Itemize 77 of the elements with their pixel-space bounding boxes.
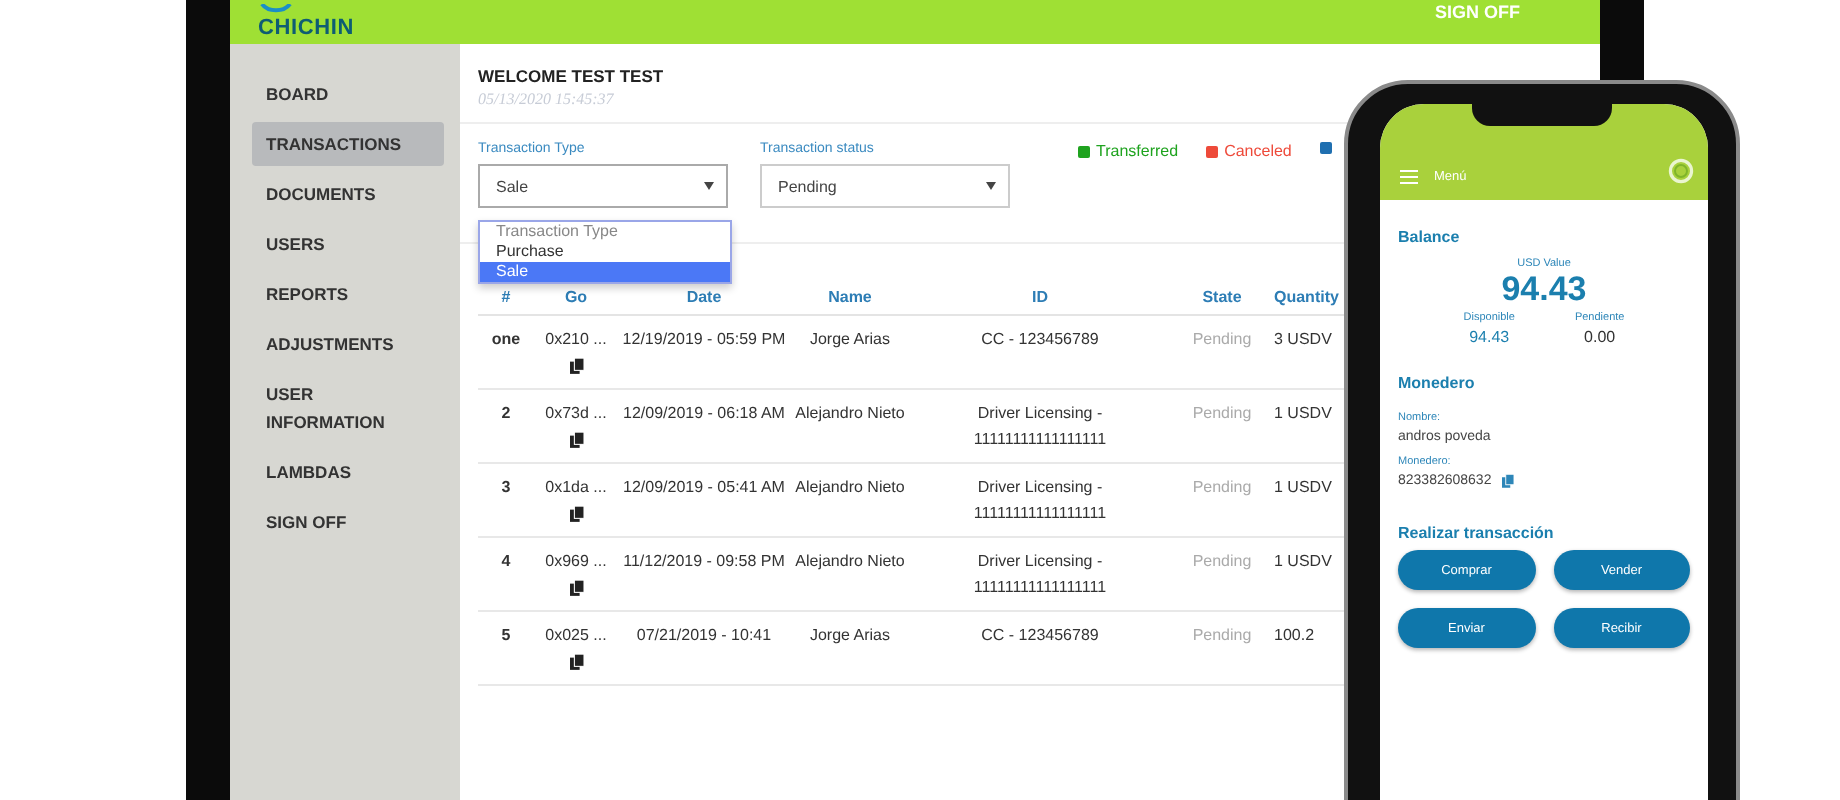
legend-label: Transferred <box>1096 142 1179 160</box>
logo-icon <box>258 4 294 16</box>
sidebar-item[interactable]: USERS <box>252 222 444 266</box>
column-header: Name <box>826 288 874 306</box>
sidebar-item[interactable]: ADJUSTMENTS <box>252 322 444 366</box>
dropdown-option[interactable]: Transaction Type <box>480 222 730 242</box>
table-cell-text: 0x210 ... <box>545 328 607 352</box>
caret-icon <box>986 182 996 190</box>
sidebar-item[interactable]: SIGN OFF <box>252 500 444 544</box>
table-cell-text: one <box>489 328 523 352</box>
copy-icon[interactable] <box>569 653 583 669</box>
section-title: Realizar transacción <box>1398 524 1556 542</box>
table-cell-text: Jorge Arias <box>807 624 893 648</box>
table-cell-text: Pending <box>1190 624 1254 648</box>
table-cell-text: CC - 123456789 <box>979 328 1101 352</box>
copy-icon[interactable] <box>569 431 583 447</box>
logo-text: CHICHIN <box>258 16 354 40</box>
welcome-title: WELCOME TEST TEST <box>478 66 666 86</box>
sidebar-item[interactable]: BOARD <box>252 72 444 116</box>
timestamp: 05/13/2020 15:45:37 <box>478 90 616 108</box>
column-header: State <box>1200 288 1244 306</box>
table-cell-text: 12/09/2019 - 05:41 AM <box>621 476 787 500</box>
table-cell-text: 5 <box>499 624 513 648</box>
table-cell-text: 0x025 ... <box>545 624 607 648</box>
select-field[interactable]: Sale <box>478 164 728 208</box>
section-title: Balance <box>1398 228 1462 246</box>
table-cell-text: 1 USDV <box>1274 402 1334 426</box>
table-cell-text: Driver Licensing - 11111111111111111 <box>971 402 1109 451</box>
copy-icon[interactable] <box>569 505 583 521</box>
table-cell-text: 0x1da ... <box>545 476 607 500</box>
table-cell-text: 1 USDV <box>1274 550 1334 574</box>
table-cell-text: 1 USDV <box>1274 476 1334 500</box>
table-cell-text: 3 USDV <box>1274 328 1334 352</box>
sidebar-item[interactable]: LAMBDAS <box>252 450 444 494</box>
table-cell-text: 11/12/2019 - 09:58 PM <box>621 550 787 574</box>
legend-label: Canceled <box>1224 142 1292 160</box>
sidebar-item[interactable]: USER INFORMATION <box>252 372 444 444</box>
column-header: Go <box>562 288 590 306</box>
table-cell-text: Pending <box>1190 476 1254 500</box>
dropdown-option[interactable]: Sale <box>480 262 730 282</box>
section-title: Monedero <box>1398 374 1477 392</box>
table-cell-text: Driver Licensing - 11111111111111111 <box>971 476 1109 525</box>
table-cell-text: 07/21/2019 - 10:41 <box>634 624 774 648</box>
table-cell-text: 0x73d ... <box>545 402 607 426</box>
phone-notch <box>1472 100 1612 126</box>
sidebar-item[interactable]: DOCUMENTS <box>252 172 444 216</box>
table-cell-text: 3 <box>499 476 513 500</box>
table-cell-text: Alejandro Nieto <box>793 476 907 500</box>
table-cell-text: CC - 123456789 <box>979 624 1101 648</box>
ring-logo-icon <box>1668 158 1694 184</box>
table-cell-text: 100.2 <box>1274 624 1317 648</box>
table-cell-text: 4 <box>499 550 513 574</box>
available-value: 94.43 <box>1469 328 1510 346</box>
copy-icon[interactable] <box>569 357 583 373</box>
table-cell-text: 12/19/2019 - 05:59 PM <box>620 328 788 352</box>
column-header: Date <box>684 288 724 306</box>
table-cell-text: 0x969 ... <box>545 550 607 574</box>
table-cell-text: Jorge Arias <box>807 328 893 352</box>
table-cell-text: Driver Licensing - 11111111111111111 <box>971 550 1109 599</box>
column-header: ID <box>1030 288 1050 306</box>
sidebar-item[interactable]: REPORTS <box>252 272 444 316</box>
caret-icon <box>704 182 714 190</box>
table-cell-text: Alejandro Nieto <box>793 550 907 574</box>
table-cell-text: 2 <box>499 402 513 426</box>
table-cell-text: Pending <box>1190 550 1254 574</box>
copy-icon[interactable] <box>569 579 583 595</box>
dropdown-option[interactable]: Purchase <box>480 242 730 262</box>
usd-value: 94.43 <box>1501 270 1587 308</box>
table-cell-text: Alejandro Nieto <box>793 402 907 426</box>
table-cell-text: Pending <box>1190 328 1254 352</box>
table-cell-text: Pending <box>1190 402 1254 426</box>
column-header: # <box>499 288 513 306</box>
pending-value: 0.00 <box>1584 328 1616 346</box>
sidebar-item[interactable]: TRANSACTIONS <box>252 122 444 166</box>
select-field[interactable]: Pending <box>760 164 1010 208</box>
column-header: Quantity <box>1274 288 1341 306</box>
table-cell-text: 12/09/2019 - 06:18 AM <box>621 402 787 426</box>
